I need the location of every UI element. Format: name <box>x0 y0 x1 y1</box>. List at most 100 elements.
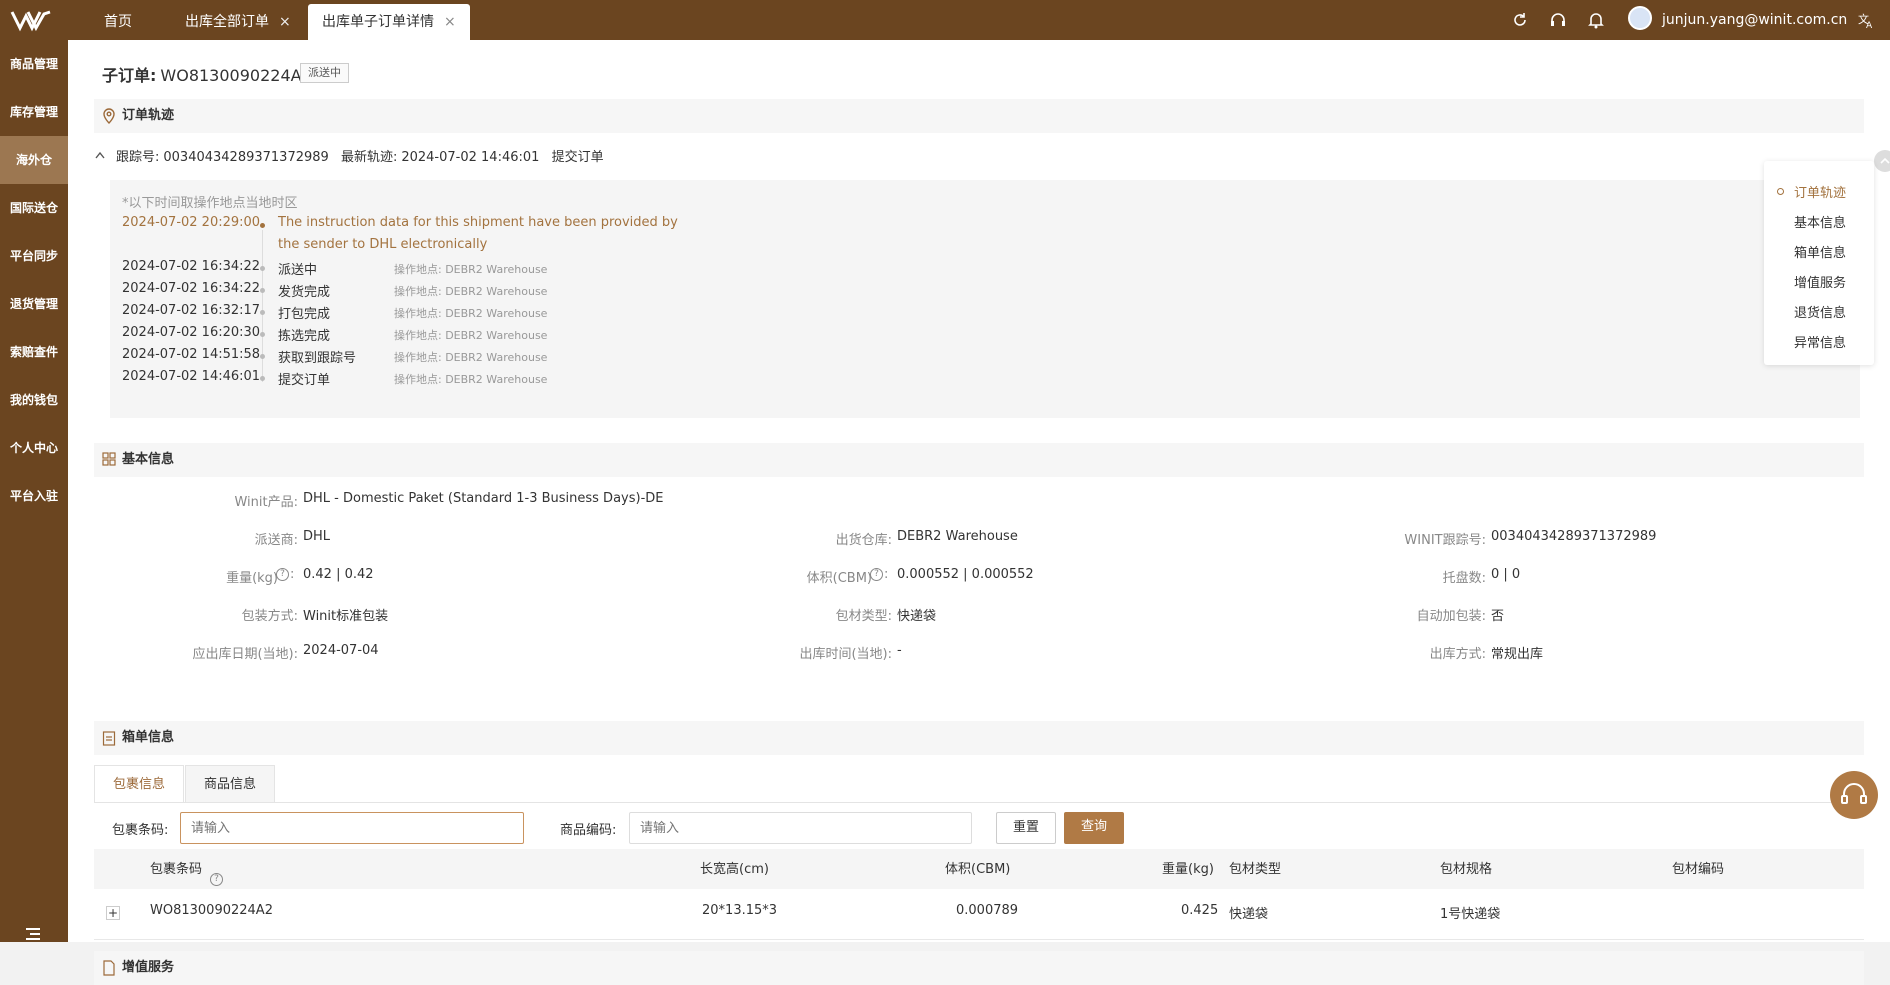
menu-collapse-icon[interactable] <box>26 928 40 940</box>
warehouse-label: 出货仓库: <box>835 533 892 548</box>
section-title: 增值服务 <box>122 960 175 975</box>
sidebar-item-profile[interactable]: 个人中心 <box>0 424 68 472</box>
sidebar-item-claims[interactable]: 索赔查件 <box>0 328 68 376</box>
chevron-up-icon <box>1880 157 1890 164</box>
timeline-dot <box>260 332 265 337</box>
column-header: 包材类型 <box>1229 862 1282 877</box>
volume-value: 0.000552 | 0.000552 <box>897 567 1034 582</box>
cell-barcode: WO8130090224A2 <box>150 903 273 918</box>
bell-icon[interactable] <box>1586 10 1606 30</box>
event-location: 操作地点: DEBR2 Warehouse <box>394 351 548 364</box>
barcode-label: 包裹条码: <box>112 823 169 838</box>
customer-service-button[interactable] <box>1830 771 1878 819</box>
tab-product-info[interactable]: 商品信息 <box>185 765 275 803</box>
event-location: 操作地点: DEBR2 Warehouse <box>394 373 548 386</box>
out-time-label: 出库时间(当地): <box>799 647 892 662</box>
anchor-value-added[interactable]: 增值服务 <box>1794 272 1846 291</box>
tab-suborder-detail[interactable]: 出库单子订单详情 × <box>308 4 470 40</box>
column-header: 包材编码 <box>1672 862 1725 877</box>
package-barcode-input[interactable] <box>180 812 524 844</box>
winit-track-label: WINIT跟踪号: <box>1404 533 1486 548</box>
tab-label: 出库单子订单详情 <box>322 14 434 30</box>
anchor-order-track[interactable]: 订单轨迹 <box>1794 182 1846 201</box>
translate-icon[interactable]: 文A <box>1856 10 1876 30</box>
timeline-dot <box>260 266 265 271</box>
pallet-value: 0 | 0 <box>1491 567 1521 582</box>
sidebar-item-wallet[interactable]: 我的钱包 <box>0 376 68 424</box>
section-basic-info: 基本信息 <box>94 443 1864 477</box>
anchor-exceptions[interactable]: 异常信息 <box>1794 332 1846 351</box>
user-email[interactable]: junjun.yang@winit.com.cn <box>1662 4 1847 36</box>
section-box-info: 箱单信息 <box>94 721 1864 755</box>
document-icon <box>103 960 115 976</box>
section-title: 箱单信息 <box>122 730 175 745</box>
event-time: 2024-07-02 16:32:17 <box>122 303 261 318</box>
tracking-number: 00340434289371372989 <box>163 150 329 165</box>
help-icon[interactable]: ? <box>276 568 289 581</box>
event-text: The instruction data for this shipment h… <box>278 215 678 230</box>
sidebar-item-products[interactable]: 商品管理 <box>0 40 68 88</box>
tab-package-info[interactable]: 包裹信息 <box>94 765 184 803</box>
event-time: 2024-07-02 14:51:58 <box>122 347 261 362</box>
timeline-dot <box>260 310 265 315</box>
close-icon[interactable]: × <box>279 14 291 30</box>
carrier-value: DHL <box>303 529 331 544</box>
anchor-returns[interactable]: 退货信息 <box>1794 302 1846 321</box>
column-header: 包裹条码 <box>150 862 203 877</box>
carrier-label: 派送商: <box>254 533 298 548</box>
refresh-icon[interactable] <box>1510 10 1530 30</box>
material-label: 包材类型: <box>835 609 892 624</box>
cell-material: 快递袋 <box>1229 907 1269 922</box>
headset-icon[interactable] <box>1548 10 1568 30</box>
svg-text:A: A <box>1866 21 1873 30</box>
section-title: 订单轨迹 <box>122 108 175 123</box>
sku-input[interactable] <box>629 812 972 844</box>
event-location: 操作地点: DEBR2 Warehouse <box>394 307 548 320</box>
column-header: 体积(CBM) <box>945 862 1011 877</box>
winit-logo[interactable] <box>10 8 54 32</box>
event-time: 2024-07-02 20:29:00 <box>122 215 261 230</box>
sidebar-item-inventory[interactable]: 库存管理 <box>0 88 68 136</box>
sidebar-item-returns[interactable]: 退货管理 <box>0 280 68 328</box>
out-mode-value: 常规出库 <box>1491 647 1544 662</box>
event-time: 2024-07-02 16:20:30 <box>122 325 261 340</box>
close-icon[interactable]: × <box>444 14 456 30</box>
timeline-line <box>262 230 263 382</box>
event-time: 2024-07-02 16:34:22 <box>122 281 261 296</box>
event-text: 发货完成 <box>278 285 331 300</box>
active-anchor-dot <box>1777 188 1784 195</box>
location-icon <box>103 108 115 124</box>
avatar[interactable] <box>1628 6 1652 30</box>
expand-row-button[interactable]: + <box>106 906 120 920</box>
cell-spec: 1号快递袋 <box>1440 907 1501 922</box>
chevron-up-icon[interactable] <box>94 150 106 160</box>
tab-home[interactable]: 首页 <box>90 4 146 40</box>
sidebar-item-overseas-warehouse[interactable]: 海外仓 <box>0 136 68 184</box>
product-value: DHL - Domestic Paket (Standard 1-3 Busin… <box>303 491 664 506</box>
anchor-basic-info[interactable]: 基本信息 <box>1794 212 1846 231</box>
reset-button[interactable]: 重置 <box>996 812 1056 844</box>
sidebar: 商品管理 库存管理 海外仓 国际送仓 平台同步 退货管理 索赔查件 我的钱包 个… <box>0 40 68 942</box>
autopack-label: 自动加包装: <box>1416 609 1486 624</box>
sidebar-item-platform-join[interactable]: 平台入驻 <box>0 472 68 520</box>
help-icon[interactable]: ? <box>870 568 883 581</box>
tab-all-outbound[interactable]: 出库全部订单 × <box>171 4 305 40</box>
event-location: 操作地点: DEBR2 Warehouse <box>394 285 548 298</box>
collapse-anchor-button[interactable] <box>1874 150 1890 172</box>
anchor-box-info[interactable]: 箱单信息 <box>1794 242 1846 261</box>
tab-label: 出库全部订单 <box>185 14 269 30</box>
tracking-summary: 跟踪号: 00340434289371372989 最新轨迹: 2024-07-02… <box>116 146 604 165</box>
sidebar-item-platform-sync[interactable]: 平台同步 <box>0 232 68 280</box>
tracking-label: 跟踪号: <box>116 150 160 165</box>
help-icon[interactable]: ? <box>210 873 223 886</box>
section-order-track: 订单轨迹 <box>94 99 1864 133</box>
clipboard-icon <box>102 731 116 746</box>
winit-track-value: 00340434289371372989 <box>1491 529 1657 544</box>
weight-label: 重量(kg) <box>226 571 278 586</box>
volume-label: 体积(CBM) <box>806 571 872 586</box>
query-button[interactable]: 查询 <box>1064 812 1124 844</box>
out-mode-label: 出库方式: <box>1429 647 1486 662</box>
pack-value: Winit标准包装 <box>303 609 389 624</box>
tab-divider <box>94 802 1864 803</box>
sidebar-item-intl-delivery[interactable]: 国际送仓 <box>0 184 68 232</box>
